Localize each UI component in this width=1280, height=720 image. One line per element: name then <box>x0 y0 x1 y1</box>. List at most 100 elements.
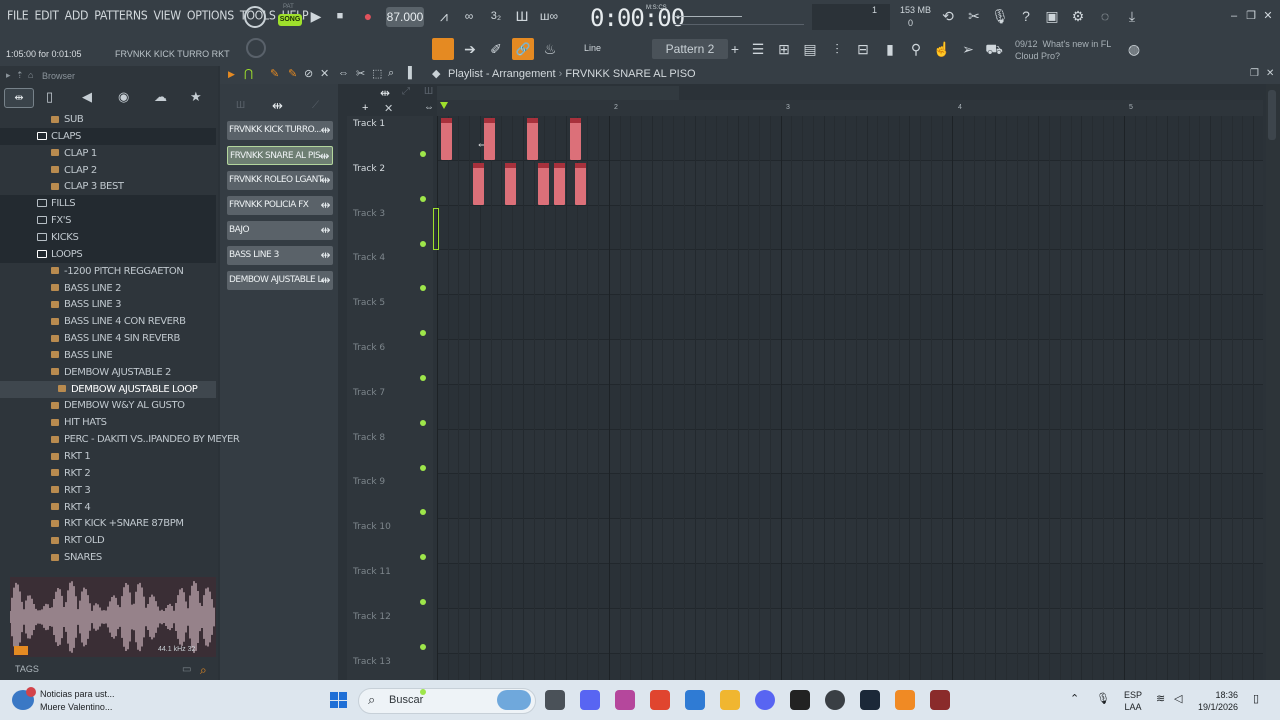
slice-tool-icon[interactable]: ✂ <box>356 67 365 80</box>
track-row[interactable] <box>437 250 1263 296</box>
browser-item[interactable]: DEMBOW AJUSTABLE LOOP <box>0 380 216 398</box>
playlist-close-icon[interactable]: ✕ <box>1266 68 1274 79</box>
browser-item[interactable]: CLAP 1 <box>0 145 216 162</box>
menu-file[interactable]: FILE <box>4 8 31 22</box>
fl-studio-icon[interactable] <box>895 690 915 710</box>
horizontal-scroll[interactable] <box>437 86 679 100</box>
pattern-clip[interactable] <box>575 162 587 205</box>
track-row[interactable] <box>437 384 1263 430</box>
browser-item[interactable]: RKT 4 <box>0 499 216 516</box>
brave-icon[interactable] <box>650 690 670 710</box>
paint-tool-icon[interactable]: ✎ <box>288 67 297 80</box>
browser-item[interactable]: BASS LINE 2 <box>0 280 216 297</box>
track-row[interactable] <box>437 205 1263 251</box>
chatgpt-icon[interactable] <box>825 690 845 710</box>
track-name[interactable]: Track 6 <box>353 343 385 353</box>
playback-tool-icon[interactable]: ▐ <box>404 67 412 79</box>
track-name[interactable]: Track 12 <box>353 612 391 622</box>
preview-play-icon[interactable] <box>14 646 28 655</box>
browser-item[interactable]: RKT 1 <box>0 448 216 465</box>
master-pitch-slider[interactable] <box>674 24 804 25</box>
metronome-icon[interactable]: ⩘ <box>434 6 454 26</box>
browser-all-tab[interactable]: ⇹ <box>4 88 34 108</box>
playlist-grid-icon[interactable]: Ш <box>424 86 433 97</box>
countdown-icon[interactable]: 3₂ <box>486 6 506 26</box>
master-volume-slider[interactable] <box>674 16 742 17</box>
channel-drag-icon[interactable]: ⇹ <box>320 221 330 240</box>
track-enable-led[interactable] <box>420 464 426 471</box>
track-name[interactable]: Track 8 <box>353 433 385 443</box>
step-edit-icon[interactable]: Ш <box>512 6 532 26</box>
track-name[interactable]: Track 3 <box>353 209 385 219</box>
track-name[interactable]: Track 13 <box>353 657 391 667</box>
browser-item[interactable]: BASS LINE 4 CON REVERB <box>0 313 216 330</box>
browser-arrow-icon[interactable]: ▸ <box>6 70 11 81</box>
waveform-preview[interactable] <box>9 577 216 657</box>
arrow-right-icon[interactable]: ➔ <box>460 39 480 59</box>
browser-item[interactable]: BASS LINE 3 <box>0 296 216 313</box>
browser-up-icon[interactable]: ⇡ <box>16 70 24 81</box>
wifi-icon[interactable]: ≋ <box>1156 692 1165 705</box>
track-row[interactable] <box>437 474 1263 520</box>
menu-edit[interactable]: EDIT <box>31 8 61 22</box>
play-button[interactable]: ▶ <box>308 6 324 26</box>
mic-icon[interactable]: 🎙 <box>990 6 1010 26</box>
playlist-expand-icon[interactable]: ⤢ <box>402 86 410 97</box>
menu-patterns[interactable]: PATTERNS <box>91 8 150 22</box>
playlist-nav-icon[interactable]: ◆ <box>432 67 440 80</box>
add-track-icon[interactable]: + <box>362 102 368 114</box>
menu-view[interactable]: VIEW <box>150 8 183 22</box>
song-mode-button[interactable]: SONG <box>278 14 302 26</box>
track-name[interactable]: Track 11 <box>353 567 391 577</box>
track-row[interactable] <box>437 340 1263 385</box>
browser-item[interactable]: BASS LINE 4 SIN REVERB <box>0 330 216 347</box>
browser-item[interactable]: RKT OLD <box>0 532 216 549</box>
timeline-ruler[interactable] <box>437 100 1263 116</box>
playlist-move-icon[interactable]: ⇹ <box>380 86 390 100</box>
save-icon[interactable]: ▣ <box>1042 6 1062 26</box>
browser-item[interactable]: CLAP 2 <box>0 162 216 179</box>
cart-icon[interactable]: ⛟ <box>984 39 1004 59</box>
track-row[interactable] <box>437 429 1263 475</box>
snap-selector[interactable]: Line <box>584 43 601 53</box>
playlist-menu-arrow-icon[interactable]: ▶ <box>228 69 235 80</box>
store-icon[interactable] <box>685 690 705 710</box>
vertical-scroll-thumb[interactable] <box>1268 90 1276 140</box>
browser-item[interactable]: RKT 2 <box>0 465 216 482</box>
browser-item[interactable]: -1200 PITCH REGGAETON <box>0 263 216 280</box>
clip-header[interactable] <box>483 118 495 123</box>
track-enable-led[interactable] <box>420 419 426 426</box>
track-enable-led[interactable] <box>420 151 426 157</box>
pattern-clip[interactable] <box>553 162 565 205</box>
browser-item[interactable]: HIT HATS <box>0 414 216 431</box>
browser-item[interactable]: PERC - DAKITI VS..IPANDEO BY MEYER <box>0 431 240 448</box>
channel-drag-icon[interactable]: ⇹ <box>320 271 330 290</box>
channel-drag-icon[interactable]: ⇹ <box>320 121 330 140</box>
select-tool-icon[interactable]: ⬚ <box>372 67 382 80</box>
snap-icon[interactable]: ♨ <box>540 39 560 59</box>
clip-header[interactable] <box>553 162 565 168</box>
tempo-display[interactable]: 87.000 <box>386 7 424 27</box>
chat-icon[interactable]: ◌ <box>1095 6 1115 26</box>
browser-item[interactable]: LOOPS <box>0 245 216 263</box>
clip-header[interactable] <box>441 118 452 123</box>
pattern-clip[interactable] <box>505 162 517 205</box>
browser-item[interactable]: SUB <box>0 111 216 128</box>
track-name[interactable]: Track 9 <box>353 477 385 487</box>
browser-item[interactable]: BASS LINE <box>0 347 216 364</box>
winrar-icon[interactable] <box>930 690 950 710</box>
browser-plugins-tab[interactable]: ◉ <box>118 89 134 105</box>
browser-item[interactable]: DEMBOW AJUSTABLE 2 <box>0 364 216 381</box>
explorer-icon[interactable] <box>720 690 740 710</box>
clip-header[interactable] <box>537 162 549 168</box>
news-panel[interactable]: 09/12 What's new in FL Cloud Pro? <box>1015 38 1111 62</box>
channel-list-icon-2[interactable]: ⇹ <box>272 98 283 114</box>
track-enable-led[interactable] <box>420 688 426 695</box>
channel-rack-icon[interactable]: ▤ <box>800 39 820 59</box>
channel-button[interactable]: FRVNKK KICK TURRO... ⇹ <box>227 121 333 140</box>
browser-item[interactable]: CLAPS <box>0 127 216 145</box>
undo-icon[interactable]: ⟲ <box>938 6 958 26</box>
browser-item[interactable]: FX'S <box>0 212 216 230</box>
tray-expand-icon[interactable]: ⌃ <box>1070 692 1079 705</box>
browser-audio-tab[interactable]: ◀ <box>82 89 98 105</box>
